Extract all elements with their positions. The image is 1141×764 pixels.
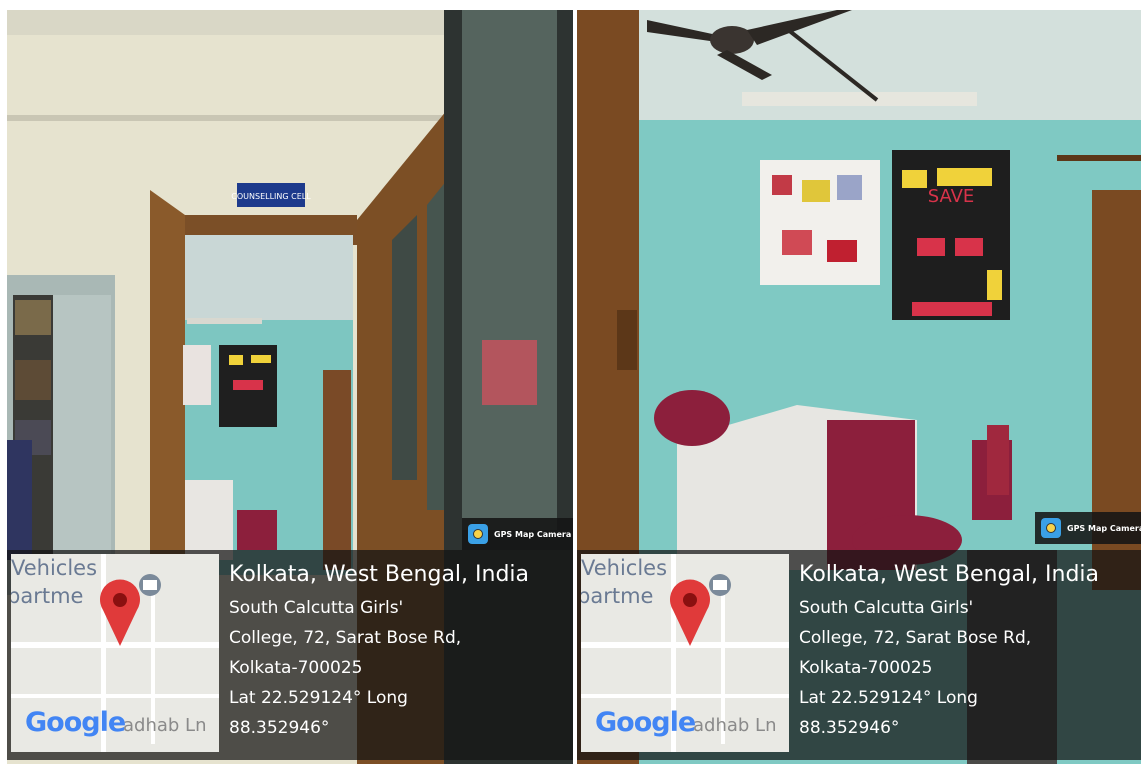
longitude-line: 88.352946°: [799, 718, 900, 738]
address-line-1: South Calcutta Girls': [229, 598, 404, 618]
map-label-partme: partme: [11, 584, 84, 608]
map-label-vehicles: Vehicles: [11, 556, 98, 580]
open-door-left: [150, 190, 185, 590]
latitude-line: Lat 22.529124° Long: [799, 688, 978, 708]
google-logo: Google: [595, 707, 696, 738]
address-line-1: South Calcutta Girls': [799, 598, 974, 618]
gps-camera-badge: GPS Map Camera: [462, 518, 573, 550]
chair-back-left: [654, 390, 730, 446]
map-label-vehicles: Vehicles: [581, 556, 668, 580]
google-logo-text: Google: [25, 707, 126, 738]
poster-text: SAVE: [928, 186, 975, 207]
camera-icon: [1041, 518, 1061, 538]
longitude-line: 88.352946°: [229, 718, 330, 738]
location-title: Kolkata, West Bengal, India: [229, 562, 530, 587]
photo-left: COUNSELLING CELL GPS Map Camera Vehicles…: [7, 10, 573, 764]
map-road-label: adhab Ln: [693, 715, 777, 736]
map-label-partme: partme: [581, 584, 654, 608]
photo-right: SAVE GPS Map Camera Vehicles partme Goog…: [577, 10, 1141, 764]
address-line-3: Kolkata-700025: [799, 658, 933, 678]
address-line-2: College, 72, Sarat Bose Rd,: [229, 628, 462, 648]
poi-icon: [709, 574, 731, 596]
address-line-3: Kolkata-700025: [229, 658, 363, 678]
counselling-sign: COUNSELLING CELL: [231, 192, 311, 201]
latitude-line: Lat 22.529124° Long: [229, 688, 408, 708]
gps-camera-badge: GPS Map Camera: [1035, 512, 1141, 544]
gps-text: Kolkata, West Bengal, India South Calcut…: [229, 562, 529, 743]
map-thumbnail: Vehicles partme Google adhab Ln: [581, 554, 789, 752]
badge-label: GPS Map Camera: [494, 529, 572, 539]
map-road-label: adhab Ln: [123, 715, 207, 736]
gps-info-box: Vehicles partme Google adhab Ln Kolkata,…: [7, 550, 573, 760]
map-thumbnail: Vehicles partme Google adhab Ln: [11, 554, 219, 752]
camera-icon: [468, 524, 488, 544]
gps-info-box: Vehicles partme Google adhab Ln Kolkata,…: [577, 550, 1141, 760]
location-title: Kolkata, West Bengal, India: [799, 562, 1100, 587]
poi-icon: [139, 574, 161, 596]
google-logo: Google: [25, 707, 126, 738]
google-logo-text: Google: [595, 707, 696, 738]
badge-label: GPS Map Camera: [1067, 523, 1141, 533]
address-line-2: College, 72, Sarat Bose Rd,: [799, 628, 1032, 648]
gps-text: Kolkata, West Bengal, India South Calcut…: [799, 562, 1099, 743]
